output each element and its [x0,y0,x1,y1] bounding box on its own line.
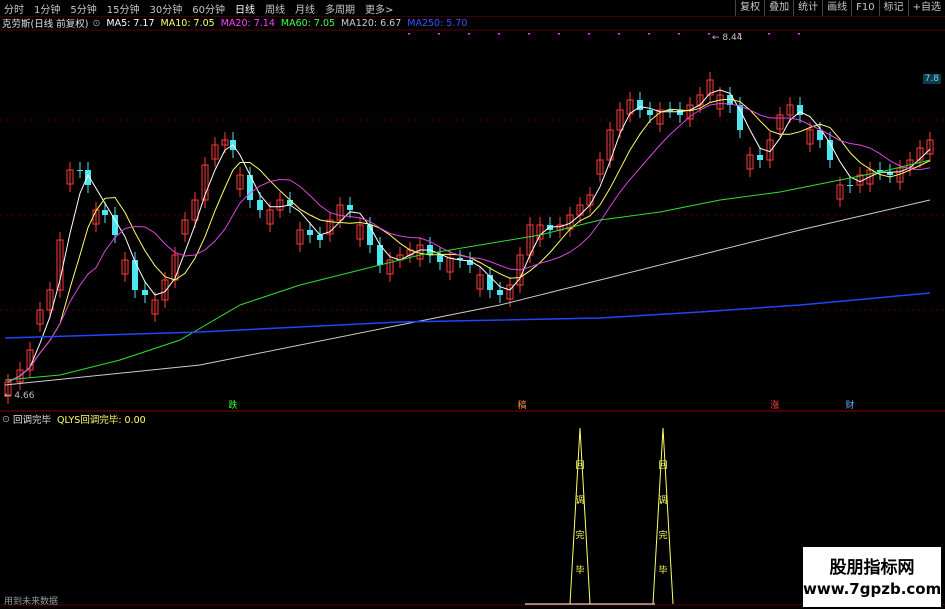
watermark-line2: www.7gpzb.com [803,580,942,598]
event-marker-0: 跌 [228,400,237,411]
candle-body-14 [142,290,148,295]
candle-body-26 [257,200,263,210]
indicator-settings-icon[interactable]: ⊙ [2,414,10,425]
candle-body-13 [132,260,138,290]
top-dot-5 [558,33,560,35]
ma250-line [4,292,931,339]
ma20-line [7,102,931,383]
candle-body-76 [757,155,763,160]
top-dot-8 [648,33,650,35]
candle-body-10 [102,210,108,215]
candle-body-50 [497,290,503,295]
candle-body-11 [112,215,118,235]
spike-text-0-2: 完 [575,529,584,541]
indicator-legend-bar: ⊙ 回调完毕 QLYS回调完毕: 0.00 [0,412,945,427]
watermark-line1: 股朋指标网 [829,558,915,578]
high-price-label: ← 8.44 [712,33,743,43]
event-marker-3: 财 [845,399,854,411]
ma10-line [7,98,931,383]
indicator-spike-1 [652,427,674,605]
top-dot-13 [798,33,800,35]
spike-text-1-2: 完 [658,529,667,541]
event-marker-1: 稿 [517,399,526,411]
candle-body-85 [847,185,853,186]
spike-text-0-1: 调 [575,495,584,506]
low-price-label: ← 4.66 [4,391,35,401]
kline-chart-svg[interactable]: ← 8.44← 4.66跌稿涨财回调完毕回调完毕 [0,0,945,609]
ma60-line [4,159,931,381]
top-dot-10 [708,33,710,35]
candle-body-74 [737,105,743,130]
candle-body-7 [77,170,83,171]
candle-body-8 [85,170,91,185]
candle-body-65 [647,110,653,115]
watermark-logo: 股朋指标网 www.7gpzb.com [803,547,941,607]
candle-body-35 [347,205,353,210]
top-dot-12 [768,33,770,35]
event-marker-2: 涨 [770,400,779,411]
top-dot-3 [498,33,500,35]
top-dot-7 [618,33,620,35]
candle-body-37 [367,225,373,245]
spike-text-1-3: 毕 [658,564,667,576]
candle-body-44 [437,255,443,262]
top-dot-2 [468,33,470,35]
indicator-spike-0 [569,427,591,605]
top-dot-1 [438,33,440,35]
spike-text-1-0: 回 [658,460,667,471]
top-dot-0 [408,33,410,35]
indicator-value: QLYS回调完毕: 0.00 [56,415,146,426]
last-price-label: 7.8 [922,74,941,84]
spike-text-0-3: 毕 [575,564,584,576]
candle-body-55 [547,225,553,230]
candle-body-68 [677,110,683,115]
candle-body-31 [307,230,313,235]
candle-body-32 [317,235,323,240]
top-dot-6 [588,33,590,35]
top-dot-9 [678,33,680,35]
future-data-note: 用到未来数据 [4,597,59,607]
indicator-title: 回调完毕 [12,415,51,426]
top-dot-4 [528,33,530,35]
spike-text-1-1: 调 [658,495,667,506]
spike-text-0-0: 回 [575,460,584,471]
